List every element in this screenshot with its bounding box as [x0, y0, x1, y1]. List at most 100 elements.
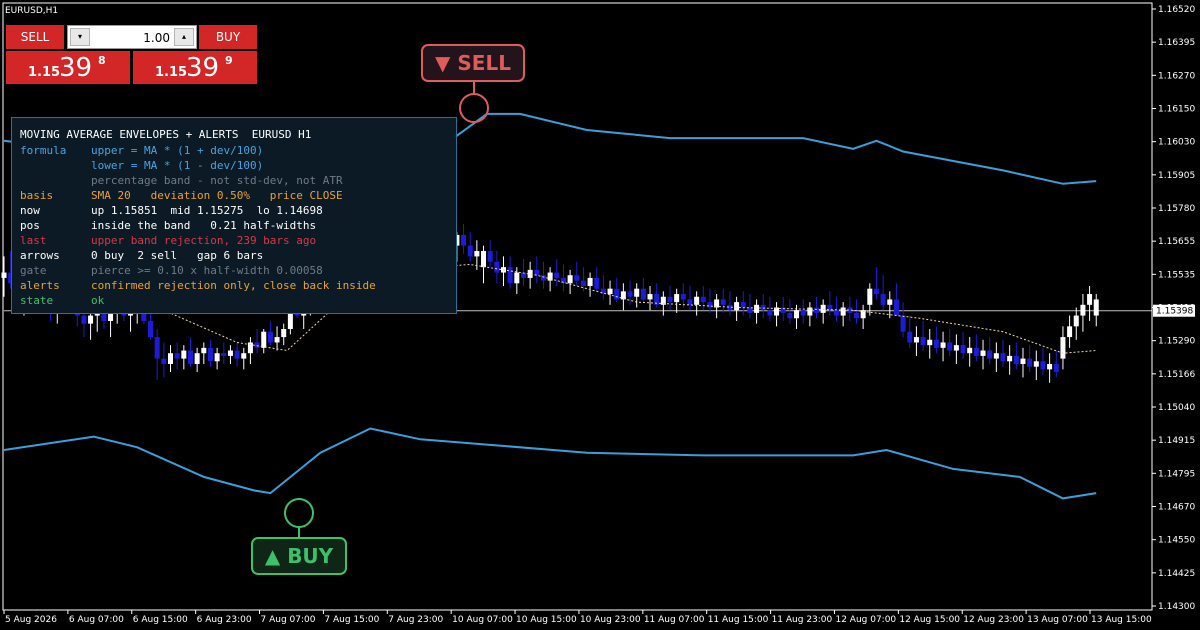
info-row-value: 0 buy 2 sell gap 6 bars	[91, 249, 264, 262]
time-tick-label: 7 Aug 15:00	[324, 615, 379, 625]
price-tick-label: 1.14300	[1158, 602, 1195, 612]
candle-body	[933, 339, 939, 348]
candle-body	[740, 302, 746, 308]
candle-body	[627, 291, 633, 297]
price-tick-label: 1.16520	[1158, 5, 1195, 15]
candle-body	[214, 353, 220, 362]
candle-body	[247, 342, 253, 354]
sell-button[interactable]: SELL	[6, 25, 64, 49]
candle-body	[1060, 337, 1066, 359]
info-row-value: ok	[91, 294, 105, 307]
info-row-value: confirmed rejection only, close back ins…	[91, 279, 376, 292]
candle-body	[154, 337, 160, 359]
time-tick-label: 6 Aug 07:00	[69, 615, 124, 625]
candle-body	[800, 310, 806, 316]
candle-body	[667, 296, 673, 303]
candle-body	[840, 307, 846, 316]
info-row-key: formula	[20, 144, 67, 157]
price-tick-label: 1.14670	[1158, 503, 1195, 513]
time-tick-label: 10 Aug 07:00	[452, 615, 513, 625]
lot-increase-button[interactable]: ▴	[174, 28, 194, 46]
candle-body	[907, 331, 913, 343]
price-tick-label: 1.16395	[1158, 38, 1195, 48]
price-tick-label: 1.16270	[1158, 71, 1195, 81]
candle-body	[1087, 294, 1093, 305]
buy-price-fraction: 9	[225, 54, 233, 67]
sell-price-quote[interactable]: 1.15 39 8	[6, 51, 130, 84]
buy-price-quote[interactable]: 1.15 39 9	[133, 51, 257, 84]
symbol-timeframe-label: EURUSD,H1	[5, 6, 58, 16]
candle-body	[554, 272, 560, 278]
candle-body	[487, 251, 493, 262]
sell-price-prefix: 1.15	[28, 65, 61, 80]
info-row-value: upper band rejection, 239 bars ago	[91, 234, 317, 247]
lot-decrease-button[interactable]: ▾	[70, 28, 90, 46]
candle-body	[161, 358, 167, 364]
candle-body	[181, 350, 187, 359]
info-row-key: last	[20, 234, 47, 247]
info-row-value: pierce >= 0.10 x half-width 0.00058	[91, 264, 323, 277]
one-click-trading-panel: SELL ▾ ▴ BUY 1.15 39 8 1.15 39 9	[6, 25, 257, 85]
candle-body	[674, 294, 680, 303]
time-tick-label: 6 Aug 15:00	[133, 615, 188, 625]
candle-body	[467, 245, 473, 257]
time-axis[interactable]: 5 Aug 2026 6 Aug 07:00 6 Aug 15:00 6 Aug 23…	[3, 610, 1152, 625]
chevron-down-icon: ▾	[77, 32, 82, 41]
candle-body	[987, 350, 993, 359]
candle-body	[794, 310, 800, 319]
info-row-value: percentage band - not std-dev, not ATR	[91, 174, 343, 187]
candle-body	[1053, 363, 1059, 373]
candle-body	[194, 353, 200, 364]
time-tick-label: 10 Aug 23:00	[580, 615, 641, 625]
info-row-key: basis	[20, 189, 54, 202]
price-tick-label: 1.15166	[1158, 370, 1195, 380]
candle-body	[940, 342, 946, 348]
candle-body	[187, 350, 193, 364]
sell-price-fraction: 8	[98, 54, 106, 67]
candle-body	[234, 350, 240, 359]
time-tick-label: 7 Aug 23:00	[388, 615, 443, 625]
price-tick-label: 1.15780	[1158, 204, 1195, 214]
candle-body	[168, 353, 173, 364]
candle-body	[980, 350, 986, 356]
candle-body	[893, 299, 899, 316]
candle-body	[507, 267, 513, 284]
candle-body	[1007, 355, 1013, 362]
buy-button[interactable]: BUY	[199, 25, 257, 49]
price-tick-label: 1.15655	[1158, 237, 1195, 247]
price-tick-label: 1.14915	[1158, 436, 1195, 446]
candle-body	[820, 304, 826, 313]
price-chart[interactable]: EURUSD,H1 1.165201.163951.162701.161501.…	[0, 0, 1200, 630]
info-row-key: state	[20, 294, 54, 307]
candle-body	[760, 304, 766, 311]
time-tick-label: 12 Aug 23:00	[963, 615, 1024, 625]
time-tick-label: 12 Aug 07:00	[835, 615, 896, 625]
candle-body	[227, 350, 233, 356]
candle-body	[148, 320, 154, 338]
candle-body	[920, 337, 926, 346]
candle-body	[614, 288, 620, 300]
buy-signal-label: ▲ BUY	[251, 537, 347, 575]
candle-body	[88, 315, 94, 324]
candle-body	[574, 275, 580, 281]
candle-body	[1067, 326, 1073, 338]
lot-size-input[interactable]	[92, 29, 170, 46]
info-row-key: now	[20, 204, 40, 217]
candle-body	[474, 251, 480, 257]
candle-body	[927, 339, 933, 346]
candle-body	[900, 315, 906, 332]
price-axis[interactable]: 1.16520 1.16395 1.16270 1.16150 1.16030 1.159…	[1151, 3, 1195, 612]
candle-body	[254, 342, 260, 348]
candle-body	[767, 310, 773, 316]
time-tick-label: 13 Aug 15:00	[1091, 615, 1152, 625]
lower-band-line	[3, 427, 1097, 500]
candle-body	[680, 294, 686, 300]
candle-body	[853, 312, 859, 319]
time-tick-label: 10 Aug 15:00	[516, 615, 577, 625]
info-panel-title: MOVING AVERAGE ENVELOPES + ALERTS EURUSD…	[20, 128, 312, 141]
candle-body	[734, 302, 740, 311]
time-tick-label: 5 Aug 2026	[5, 615, 57, 625]
time-tick-label: 11 Aug 23:00	[772, 615, 833, 625]
candle-body	[567, 275, 573, 284]
price-tick-label: 1.16030	[1158, 138, 1195, 148]
